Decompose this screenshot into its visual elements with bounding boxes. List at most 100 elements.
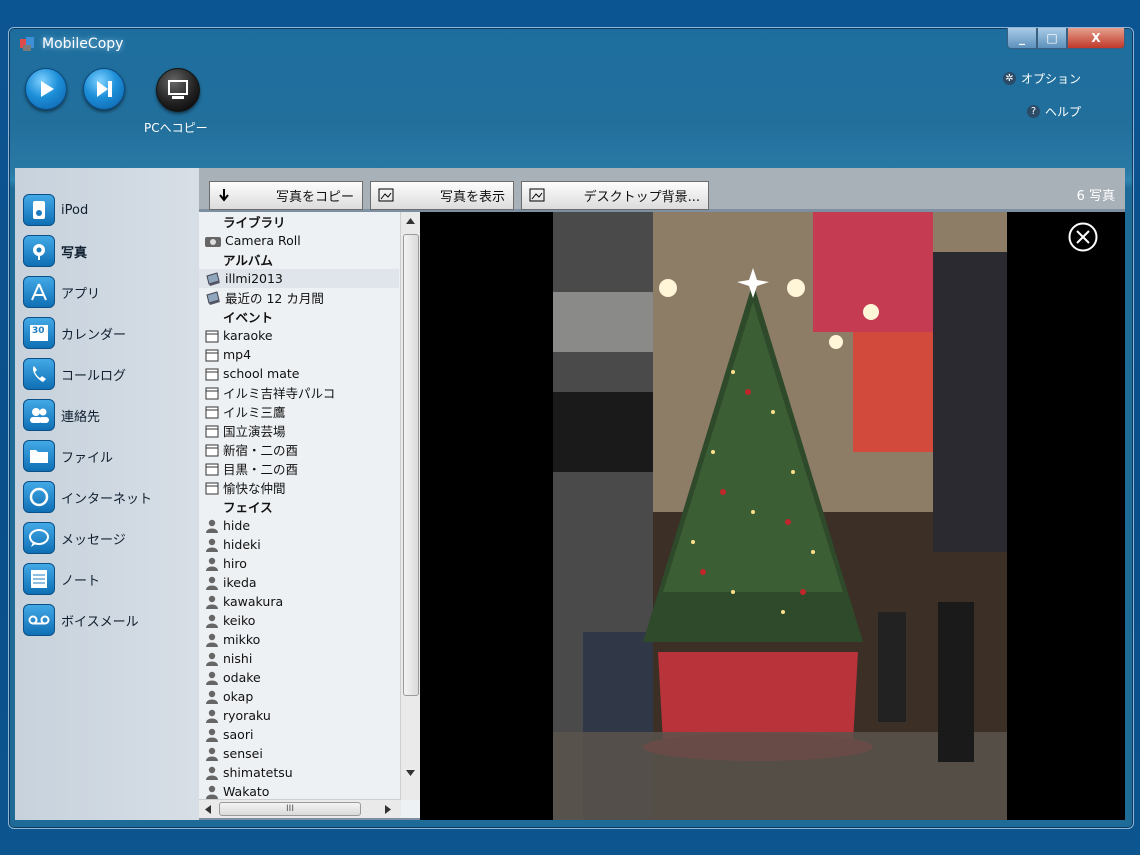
list-item-label: sensei [223, 746, 263, 761]
minimize-button[interactable]: _ [1007, 28, 1037, 49]
photo-image[interactable] [553, 212, 1007, 820]
christmas-tree-photo [553, 212, 1007, 820]
list-item-label: 新宿・二の酉 [223, 443, 299, 458]
options-link[interactable]: ✲ オプション [1002, 70, 1081, 87]
help-link[interactable]: ? ヘルプ [1026, 103, 1081, 120]
list-item[interactable]: イルミ吉祥寺パルコ [199, 383, 399, 402]
list-item[interactable]: odake [199, 668, 399, 687]
list-item[interactable]: 国立演芸場 [199, 421, 399, 440]
close-button[interactable]: X [1067, 28, 1125, 49]
list-item-label: nishi [223, 651, 253, 666]
skip-next-icon [97, 81, 112, 97]
desktop-background-label: デスクトップ背景... [583, 190, 700, 205]
sidebar-item-label: 写真 [61, 245, 88, 261]
list-item[interactable]: イルミ三鷹 [199, 402, 399, 421]
scroll-up-icon [406, 218, 415, 224]
voicemail-icon [23, 604, 55, 636]
list-item[interactable]: Wakato [199, 782, 399, 800]
globe-icon [23, 481, 55, 513]
sidebar-item-label: 連絡先 [61, 409, 101, 425]
album-icon [206, 290, 220, 305]
desktop-background-button[interactable]: デスクトップ背景... [521, 181, 709, 210]
vertical-scrollbar[interactable] [400, 212, 420, 800]
calendar-icon [205, 368, 219, 380]
sidebar-item-call-log[interactable]: コールログ [23, 358, 193, 390]
list-item[interactable]: ikeda [199, 573, 399, 592]
section-header-albums: アルバム [223, 253, 273, 268]
list-item[interactable]: karaoke [199, 326, 399, 345]
app-window: MobileCopy _ □ X PCへコピー ✲ オプション ? ヘルプ iP… [8, 27, 1134, 829]
list-item[interactable]: nishi [199, 649, 399, 668]
list-item[interactable]: shimatetsu [199, 763, 399, 782]
calendar-icon: 30 [23, 317, 55, 349]
calendar-icon [205, 463, 219, 475]
person-icon [206, 633, 218, 647]
sidebar-item-label: メッセージ [61, 532, 126, 548]
list-item[interactable]: sensei [199, 744, 399, 763]
picture-icon [378, 188, 394, 202]
wallpaper-icon [529, 188, 545, 202]
list-item[interactable]: illmi2013 [199, 269, 399, 288]
sidebar-item-apps[interactable]: アプリ [23, 276, 193, 308]
options-label: オプション [1020, 72, 1081, 86]
sidebar-item-label: iPod [61, 202, 89, 218]
show-photo-button[interactable]: 写真を表示 [370, 181, 514, 210]
play-icon [41, 81, 54, 97]
list-item[interactable]: kawakura [199, 592, 399, 611]
section-header-events: イベント [223, 310, 274, 325]
play-button[interactable] [25, 68, 67, 110]
sidebar-item-label: カレンダー [61, 327, 127, 343]
list-item[interactable]: hide [199, 516, 399, 535]
pc-copy-button[interactable] [156, 68, 200, 112]
sidebar-item-contacts[interactable]: 連絡先 [23, 399, 193, 431]
list-item-label: shimatetsu [223, 765, 293, 780]
sidebar-item-files[interactable]: ファイル [23, 440, 193, 472]
list-item[interactable]: hideki [199, 535, 399, 554]
list-item-label: 最近の 12 カ月間 [225, 291, 324, 306]
sidebar-item-photos[interactable]: 写真 [23, 235, 193, 267]
list-item-label: hide [223, 518, 251, 533]
window-controls: _ □ X [1007, 28, 1125, 49]
photo-icon [23, 235, 55, 267]
list-item-label: kawakura [223, 594, 284, 609]
list-item[interactable]: 目黒・二の酉 [199, 459, 399, 478]
person-icon [206, 785, 218, 799]
list-item-camera-roll[interactable]: Camera Roll [199, 231, 399, 250]
list-item[interactable]: ryoraku [199, 706, 399, 725]
horizontal-scrollbar[interactable]: III [199, 799, 401, 818]
calendar-day: 30 [32, 326, 45, 336]
list-item[interactable]: mp4 [199, 345, 399, 364]
maximize-button[interactable]: □ [1037, 28, 1067, 49]
list-item[interactable]: 最近の 12 カ月間 [199, 288, 399, 307]
vertical-scroll-thumb[interactable] [403, 234, 419, 696]
list-item[interactable]: mikko [199, 630, 399, 649]
list-item[interactable]: school mate [199, 364, 399, 383]
section-header-library: ライブラリ [223, 215, 286, 230]
list-item-label: hideki [223, 537, 261, 552]
list-item-label: odake [223, 670, 261, 685]
horizontal-scroll-thumb[interactable]: III [219, 802, 361, 816]
next-track-button[interactable] [83, 68, 125, 110]
list-item-label: keiko [223, 613, 256, 628]
sidebar-item-messages[interactable]: メッセージ [23, 522, 193, 554]
sidebar-item-label: アプリ [61, 286, 101, 302]
window-title: MobileCopy [42, 36, 124, 52]
sidebar-item-internet[interactable]: インターネット [23, 481, 193, 513]
person-icon [206, 557, 218, 571]
scroll-left-icon [205, 805, 211, 814]
list-item[interactable]: 新宿・二の酉 [199, 440, 399, 459]
list-item[interactable]: 愉快な仲間 [199, 478, 399, 497]
sidebar-item-calendar[interactable]: 30 カレンダー [23, 317, 193, 349]
list-item[interactable]: okap [199, 687, 399, 706]
sidebar-item-ipod[interactable]: iPod [23, 194, 193, 226]
list-item[interactable]: keiko [199, 611, 399, 630]
sidebar-item-voicemail[interactable]: ボイスメール [23, 604, 193, 636]
close-viewer-icon[interactable] [1068, 222, 1098, 252]
sidebar-item-notes[interactable]: ノート [23, 563, 193, 595]
pc-copy-label[interactable]: PCへコピー [144, 119, 208, 136]
list-item-label: illmi2013 [225, 271, 283, 286]
list-item[interactable]: saori [199, 725, 399, 744]
copy-photo-button[interactable]: 写真をコピー [209, 181, 363, 210]
list-item-label: 国立演芸場 [223, 424, 286, 439]
list-item[interactable]: hiro [199, 554, 399, 573]
